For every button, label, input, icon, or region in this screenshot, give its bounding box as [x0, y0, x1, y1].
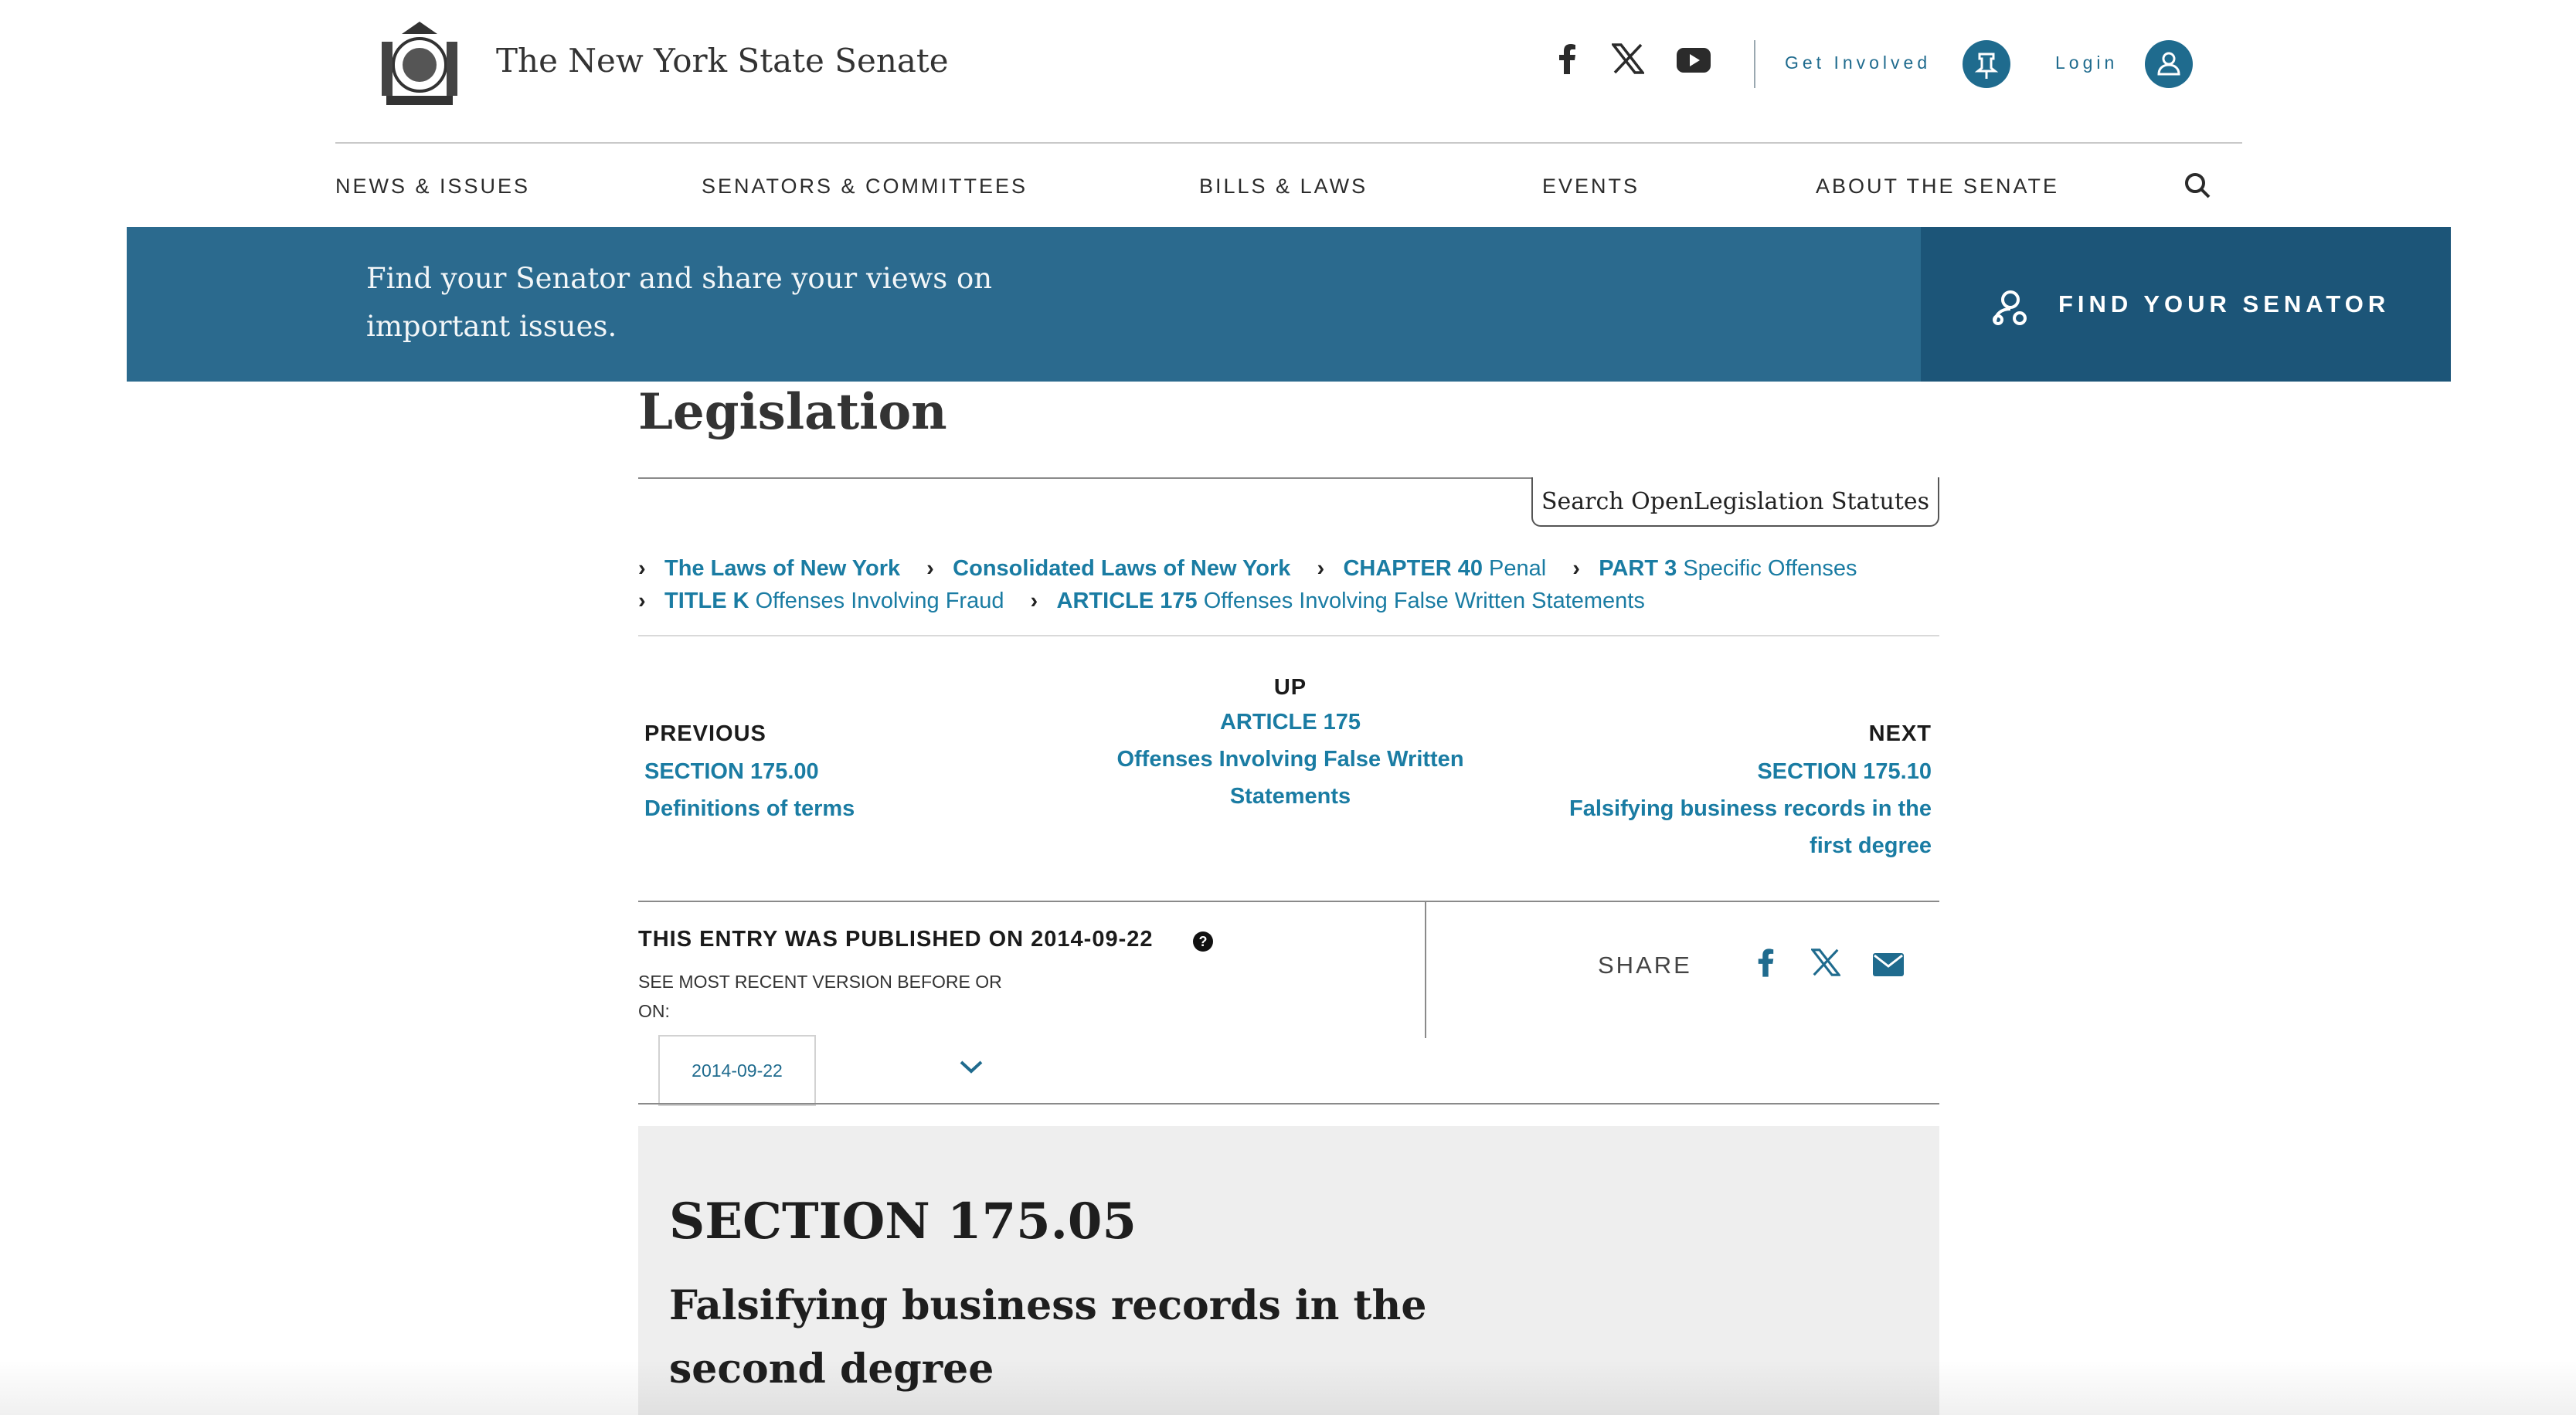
find-senator-label[interactable]: FIND YOUR SENATOR — [2058, 290, 2390, 318]
next-section-link[interactable]: SECTION 175.10 — [1514, 753, 1932, 790]
header-rule — [335, 142, 2242, 144]
next-section-title-link-2[interactable]: first degree — [1514, 827, 1932, 864]
breadcrumb-rule — [638, 635, 1939, 636]
breadcrumb-title-name[interactable]: Offenses Involving Fraud — [756, 589, 1004, 613]
see-recent-version-label: SEE MOST RECENT VERSION BEFORE OR ON: — [638, 972, 1002, 1021]
next-label: NEXT — [1868, 721, 1932, 746]
chevron-right-icon: › — [1030, 589, 1038, 613]
section-title: Falsifying business records in the secon… — [669, 1282, 1427, 1393]
nav-news-issues[interactable]: NEWS & ISSUES — [335, 175, 530, 199]
up-article-title-link-2[interactable]: Statements — [1043, 778, 1538, 815]
chevron-down-icon[interactable] — [958, 1054, 984, 1080]
nav-bills-laws[interactable]: BILLS & LAWS — [1199, 175, 1368, 199]
version-date-select[interactable]: 2014-09-22 — [658, 1035, 816, 1106]
next-section-title-link[interactable]: Falsifying business records in the — [1514, 790, 1932, 827]
login-link[interactable]: Login — [2055, 53, 2118, 73]
pager-rule — [638, 901, 1939, 902]
get-involved-icon[interactable] — [1963, 40, 2010, 88]
get-involved-link[interactable]: Get Involved — [1785, 53, 1931, 73]
search-icon[interactable] — [2183, 171, 2211, 203]
senate-seal-logo[interactable] — [371, 19, 468, 111]
breadcrumb-part-name[interactable]: Specific Offenses — [1683, 556, 1857, 581]
chevron-right-icon: › — [1317, 556, 1325, 581]
x-twitter-icon[interactable] — [1610, 43, 1646, 78]
pager-up: UP ARTICLE 175 Offenses Involving False … — [1043, 675, 1538, 815]
chevron-right-icon: › — [638, 589, 646, 613]
nav-senators-committees[interactable]: SENATORS & COMMITTEES — [702, 175, 1028, 199]
pager-previous: PREVIOUS SECTION 175.00 Definitions of t… — [644, 721, 855, 827]
facebook-icon[interactable] — [1556, 43, 1578, 78]
breadcrumb-chapter-name[interactable]: Penal — [1489, 556, 1546, 581]
chevron-right-icon: › — [926, 556, 934, 581]
up-article-link[interactable]: ARTICLE 175 — [1043, 704, 1538, 741]
share-divider — [1425, 901, 1426, 1038]
pager-next: NEXT SECTION 175.10 Falsifying business … — [1514, 721, 1932, 864]
breadcrumb-link-consolidated[interactable]: Consolidated Laws of New York — [953, 556, 1290, 581]
page-title: Legislation — [638, 383, 947, 441]
share-label: SHARE — [1598, 952, 1692, 979]
version-rule — [638, 1103, 1939, 1105]
facebook-share-icon[interactable] — [1755, 947, 1776, 982]
search-openlegislation-tab[interactable]: Search OpenLegislation Statutes — [1531, 477, 1939, 527]
email-share-icon[interactable] — [1873, 953, 1904, 980]
chevron-right-icon: › — [638, 556, 646, 581]
published-date-text: THIS ENTRY WAS PUBLISHED ON 2014-09-22 — [638, 927, 1154, 952]
find-senator-icon[interactable] — [1989, 286, 2032, 333]
breadcrumb-row-2: › TITLE K Offenses Involving Fraud › ARTIC… — [638, 589, 1645, 614]
site-title[interactable]: The New York State Senate — [496, 42, 949, 80]
nav-events[interactable]: EVENTS — [1542, 175, 1640, 199]
up-article-title-link[interactable]: Offenses Involving False Written — [1043, 741, 1538, 778]
help-icon[interactable]: ? — [1193, 931, 1213, 952]
user-icon[interactable] — [2145, 40, 2193, 88]
breadcrumb-article-name[interactable]: Offenses Involving False Written Stateme… — [1204, 589, 1645, 613]
previous-section-title-link[interactable]: Definitions of terms — [644, 790, 855, 827]
youtube-icon[interactable] — [1677, 48, 1711, 76]
x-share-icon[interactable] — [1810, 948, 1842, 980]
breadcrumb-link-laws-ny[interactable]: The Laws of New York — [664, 556, 900, 581]
previous-section-link[interactable]: SECTION 175.00 — [644, 753, 855, 790]
previous-label: PREVIOUS — [644, 721, 766, 746]
chevron-right-icon: › — [1572, 556, 1580, 581]
breadcrumb-link-title[interactable]: TITLE K — [664, 589, 749, 613]
banner-text: Find your Senator and share your views o… — [366, 262, 993, 343]
breadcrumb-link-article[interactable]: ARTICLE 175 — [1057, 589, 1198, 613]
nav-about-senate[interactable]: ABOUT THE SENATE — [1816, 175, 2059, 199]
header-divider — [1754, 40, 1755, 88]
section-number: SECTION 175.05 — [669, 1193, 1137, 1250]
breadcrumb: › The Laws of New York › Consolidated Laws… — [638, 556, 1857, 582]
breadcrumb-link-chapter[interactable]: CHAPTER 40 — [1343, 556, 1483, 581]
breadcrumb-link-part[interactable]: PART 3 — [1599, 556, 1677, 581]
up-label: UP — [1273, 675, 1307, 700]
